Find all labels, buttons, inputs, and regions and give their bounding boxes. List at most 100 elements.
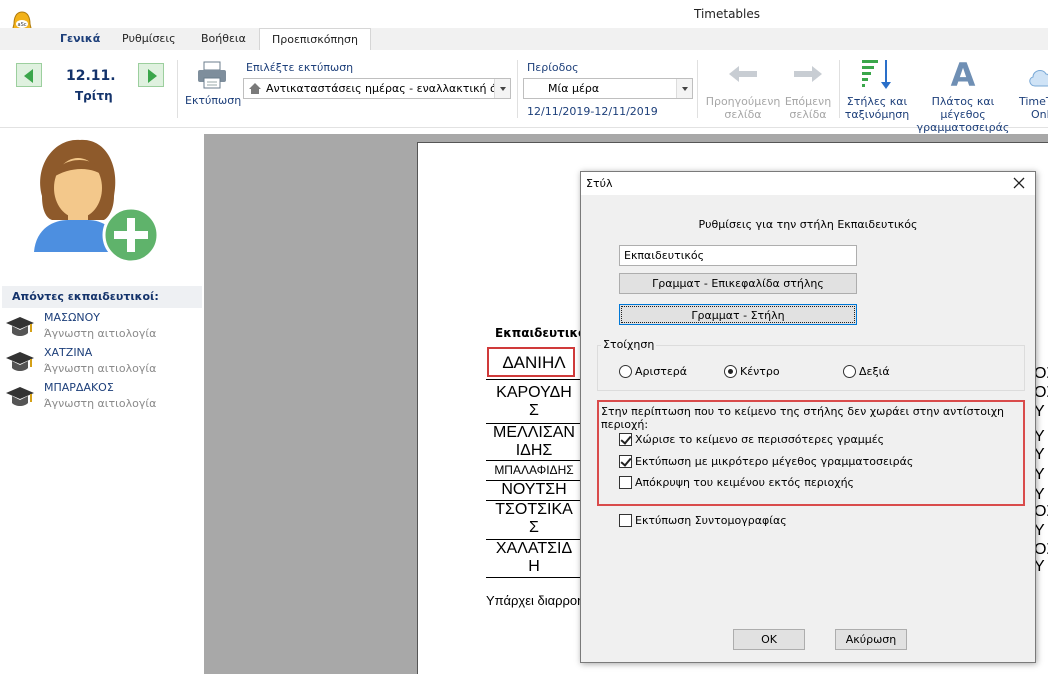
tab-general[interactable]: Γενικά [60, 28, 100, 50]
print-abbreviation-label: Εκτύπωση Συντομογραφίας [635, 514, 787, 527]
close-icon [1013, 177, 1025, 189]
close-button[interactable] [1009, 174, 1029, 192]
tab-settings[interactable]: Ρυθμίσεις [122, 28, 176, 50]
absent-teachers-header: Απόντες εκπαιδευτικοί: [2, 286, 202, 308]
separator [177, 60, 178, 118]
arrow-right-icon [148, 69, 157, 83]
next-day-button[interactable] [138, 63, 164, 87]
graduation-cap-icon [6, 387, 34, 406]
online-label-2: Onl [1031, 108, 1048, 121]
tab-help[interactable]: Βοήθεια [201, 28, 246, 50]
absent-teacher-name: ΜΠΑΡΔΑΚΟΣ [44, 381, 114, 394]
arrow-left-icon [24, 69, 33, 83]
absent-teacher-item[interactable]: ΜΠΑΡΔΑΚΟΣ Άγνωστη αιτιολογία [4, 381, 202, 415]
checkbox-icon [619, 514, 632, 527]
printer-icon[interactable] [196, 60, 228, 90]
radio-icon [619, 365, 632, 378]
overflow-options-label: Στην περίπτωση που το κείμενο της στήλης… [601, 405, 1005, 431]
preview-cell-text: ΤΣΟΤΣΙΚΑ [495, 501, 573, 518]
online-button[interactable]: TimeTa Onl [1019, 95, 1048, 121]
preview-right-cell: ΟΣ [1034, 541, 1048, 558]
print-button[interactable]: Εκτύπωση [185, 94, 241, 107]
arrow-right-icon [794, 66, 822, 82]
separator [517, 60, 518, 118]
current-date: 12.11. [66, 68, 116, 84]
period-range: 12/11/2019-12/11/2019 [527, 105, 658, 118]
font-size-label-1: Πλάτος και μέγεθος [931, 95, 995, 121]
next-page-label-2: σελίδα [789, 108, 827, 121]
font-size-button[interactable]: Πλάτος και μέγεθος γραμματοσειράς [911, 95, 1015, 134]
preview-cell: ΜΠΑΛΑΦΙΔΗΣ [486, 461, 582, 481]
preview-right-cell: ΟΣ [1034, 503, 1048, 520]
separator [839, 60, 840, 118]
preview-right-cell: Υ [1034, 403, 1045, 420]
absent-teacher-name: ΜΑΣΩΝΟΥ [44, 311, 100, 324]
style-dialog: Στύλ Ρυθμίσεις για την στήλη Εκπαιδευτικ… [580, 171, 1036, 663]
column-font-button[interactable]: Γραμματ - Στήλη [619, 304, 857, 325]
dialog-title: Στύλ [586, 177, 613, 190]
cancel-button[interactable]: Ακύρωση [835, 629, 907, 650]
ribbon: 12.11. Τρίτη Εκτύπωση Επιλέξτε εκτύπωση … [0, 50, 1048, 134]
period-label: Περίοδος [527, 61, 579, 74]
next-page-button[interactable]: Επόμενη σελίδα [782, 95, 834, 121]
align-right-label: Δεξιά [859, 365, 890, 378]
preview-right-cell: Υ [1034, 428, 1045, 445]
arrow-left-icon [729, 66, 757, 82]
column-font-button-label: Γραμματ - Στήλη [621, 306, 855, 323]
wrap-text-label: Χώρισε το κείμενο σε περισσότερες γραμμέ… [635, 433, 885, 446]
preview-cell-text: Η [528, 558, 540, 575]
tab-preview[interactable]: Προεπισκόπηση [259, 28, 371, 50]
print-type-select[interactable]: Αντικαταστάσεις ημέρας - εναλλακτική όψη [243, 78, 511, 99]
previous-page-label-1: Προηγούμενη [705, 95, 781, 108]
highlight-frame [487, 347, 575, 377]
previous-page-button[interactable]: Προηγούμενη σελίδα [702, 95, 784, 121]
chevron-down-icon [494, 79, 510, 98]
radio-selected-icon [724, 365, 737, 378]
preview-cell: ΤΣΟΤΣΙΚΑ Σ [486, 501, 582, 540]
preview-footnote: Υπάρχει διαρροή [486, 593, 585, 608]
preview-right-cell: ΟΣ [1034, 365, 1048, 382]
ok-button[interactable]: OK [733, 629, 805, 650]
app-window: aSc Timetables Γενικά Ρυθμίσεις Βοήθεια … [0, 0, 1048, 674]
columns-sort-label-2: ταξινόμηση [844, 108, 910, 121]
header-font-button[interactable]: Γραμματ - Επικεφαλίδα στήλης [619, 273, 857, 294]
absent-teacher-item[interactable]: ΜΑΣΩΝΟΥ Άγνωστη αιτιολογία [4, 311, 202, 345]
preview-right-cell: Υ [1034, 446, 1045, 463]
period-value: Μία μέρα [548, 82, 600, 95]
smaller-font-label: Εκτύπωση με μικρότερο μέγεθος γραμματοσε… [635, 455, 914, 468]
preview-cell-text: ΝΟΥΤΣΗ [501, 481, 567, 498]
column-name-input[interactable]: Εκπαιδευτικός [619, 245, 857, 266]
preview-cell: ΜΕΛΛΙΣΑΝ ΙΔΗΣ [486, 424, 582, 461]
title-bar: aSc Timetables [0, 0, 1048, 38]
separator [697, 60, 698, 118]
cloud-icon [1029, 69, 1048, 87]
hide-overflow-label: Απόκρυψη του κειμένου εκτός περιοχής [635, 476, 854, 489]
preview-cell-text: Σ [529, 402, 539, 419]
preview-cell-text: ΧΑΛΑΤΣΙΔ [495, 540, 573, 557]
absent-teacher-item[interactable]: ΧΑΤΖΙΝΑ Άγνωστη αιτιολογία [4, 346, 202, 380]
columns-sort-label-1: Στήλες και [846, 95, 908, 108]
checkbox-icon [619, 476, 632, 489]
graduation-cap-icon [6, 317, 34, 336]
checkbox-checked-icon [619, 455, 632, 468]
preview-right-cell: ΟΣ [1034, 384, 1048, 401]
add-absent-teacher-icon[interactable] [28, 138, 162, 266]
preview-right-cell: Υ [1034, 486, 1045, 503]
radio-icon [843, 365, 856, 378]
preview-cell: ΝΟΥΤΣΗ [486, 481, 582, 501]
preview-right-cell: Υ [1034, 558, 1045, 575]
dialog-title-bar[interactable]: Στύλ [581, 172, 1035, 195]
dialog-subtitle: Ρυθμίσεις για την στήλη Εκπαιδευτικός [698, 218, 918, 231]
columns-sort-button[interactable]: Στήλες και ταξινόμηση [842, 95, 912, 121]
preview-cell-text: ΙΔΗΣ [515, 442, 553, 459]
alignment-group-label: Στοίχηση [601, 338, 657, 351]
current-day: Τρίτη [75, 89, 113, 103]
absent-teacher-reason: Άγνωστη αιτιολογία [44, 397, 157, 410]
previous-day-button[interactable] [16, 63, 42, 87]
house-icon [249, 83, 261, 94]
period-select[interactable]: Μία μέρα [523, 78, 693, 99]
print-type-value: Αντικαταστάσεις ημέρας - εναλλακτική όψη [266, 82, 511, 95]
select-print-label: Επιλέξτε εκτύπωση [246, 61, 354, 74]
window-title: Timetables [694, 7, 761, 21]
preview-right-cell: Υ [1034, 466, 1045, 483]
